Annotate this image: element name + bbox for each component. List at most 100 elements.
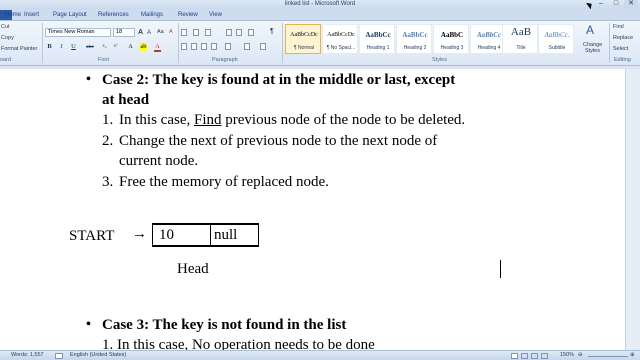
case2-heading-cont: at head (102, 92, 150, 108)
step2-text-cont: current node. (119, 153, 199, 169)
underline-button[interactable]: U (70, 43, 77, 51)
decrease-indent-icon[interactable] (226, 29, 232, 36)
group-divider (282, 23, 283, 63)
bullet-icon: • (86, 317, 91, 332)
bold-button[interactable]: B (46, 43, 53, 51)
format-painter-button[interactable]: Format Painter (1, 46, 37, 53)
editing-group-label: Editing (614, 57, 631, 63)
paragraph-group-label: Paragraph (212, 57, 238, 63)
step1-text: In this case, Find previous node of the … (119, 111, 465, 129)
multilevel-list-icon[interactable] (205, 29, 211, 36)
document-page[interactable]: • Case 2: The key is found at in the mid… (0, 69, 625, 350)
status-bar: Words: 1,557 English (United States) 150… (0, 350, 640, 360)
subscript-icon[interactable]: x₂ (101, 43, 108, 51)
minimize-button[interactable]: – (594, 0, 608, 8)
zoom-out-icon[interactable]: ⊖ (578, 351, 583, 360)
head-label: Head (177, 261, 209, 277)
style-sample: AaBbCc (402, 31, 428, 39)
show-formatting-button[interactable]: ¶ (270, 28, 274, 35)
outline-icon[interactable] (541, 353, 548, 359)
arrow-right-icon: → (132, 226, 147, 242)
maximize-button[interactable]: □ (609, 0, 623, 8)
justify-icon[interactable] (211, 43, 217, 50)
align-left-icon[interactable] (181, 43, 187, 50)
print-layout-icon[interactable] (511, 353, 518, 359)
tab-view[interactable]: View (209, 11, 222, 19)
zoom-slider[interactable] (588, 356, 628, 357)
case2-heading: Case 2: The key is found at in the middl… (102, 72, 456, 88)
style-subtitle[interactable]: AaBbCc. Subtitle (538, 24, 574, 54)
change-styles-button-line2[interactable]: Styles (585, 48, 600, 55)
strikethrough-button[interactable]: abe (84, 43, 96, 51)
style-name: Heading 2 (403, 45, 427, 51)
full-screen-reading-icon[interactable] (521, 353, 528, 359)
numbering-icon[interactable] (193, 29, 199, 36)
change-styles-icon[interactable]: A (586, 24, 594, 36)
style-heading-1[interactable]: AaBbCc Heading 1 (359, 24, 395, 54)
shading-icon[interactable] (244, 43, 250, 50)
step1-prefix: In this case, (119, 112, 194, 128)
text-effects-icon[interactable]: A (127, 43, 134, 51)
bullet-icon: • (86, 72, 91, 87)
increase-indent-icon[interactable] (236, 29, 242, 36)
style-heading-3[interactable]: AaBbC Heading 3 (433, 24, 469, 54)
sort-icon[interactable] (248, 29, 254, 36)
tab-insert[interactable]: Insert (24, 11, 39, 19)
change-case-button[interactable]: Aa (157, 29, 164, 36)
style-heading-2[interactable]: AaBbCc Heading 2 (396, 24, 432, 54)
superscript-icon[interactable]: x² (112, 43, 119, 51)
tab-references[interactable]: References (98, 11, 129, 19)
group-divider (609, 23, 610, 63)
tab-home[interactable]: Home (5, 11, 21, 19)
style-sample: AaBbCcDc (327, 32, 355, 38)
word-count[interactable]: Words: 1,557 (11, 351, 44, 360)
step2-number: 2. (102, 133, 114, 149)
highlight-color-icon[interactable]: ab (140, 43, 147, 51)
web-layout-icon[interactable] (531, 353, 538, 359)
zoom-level[interactable]: 150% (560, 351, 574, 360)
borders-icon[interactable] (260, 43, 266, 50)
clipboard-group-label: oard (0, 57, 12, 63)
node-value: 10 (159, 227, 174, 243)
font-name-input[interactable]: Times New Roman (45, 28, 111, 37)
language-status[interactable]: English (United States) (70, 351, 126, 360)
ribbon: Cut Copy Format Painter oard Times New R… (0, 21, 640, 66)
zoom-in-icon[interactable]: ⊕ (630, 351, 635, 360)
copy-button[interactable]: Copy (1, 35, 14, 42)
step1-find-word: Find (193, 112, 222, 128)
text-cursor (500, 260, 501, 278)
style-name: Title (516, 45, 526, 51)
group-divider (178, 23, 179, 63)
style-sample: AaB (510, 28, 532, 37)
style-title[interactable]: AaB Title (502, 24, 538, 54)
bullets-icon[interactable] (181, 29, 187, 36)
style-normal[interactable]: AaBbCcDc ¶ Normal (285, 24, 321, 54)
step3-text: Free the memory of replaced node. (119, 174, 329, 190)
vertical-scrollbar[interactable] (625, 69, 640, 350)
style-no-spacing[interactable]: AaBbCcDc ¶ No Spaci... (322, 24, 358, 54)
proofing-icon[interactable] (55, 353, 63, 359)
shrink-font-button[interactable]: A (147, 30, 151, 37)
tab-page-layout[interactable]: Page Layout (53, 11, 87, 19)
font-color-button[interactable]: A (154, 43, 161, 52)
tab-mailings[interactable]: Mailings (141, 11, 163, 19)
cut-button[interactable]: Cut (1, 24, 10, 31)
tab-review[interactable]: Review (178, 11, 198, 19)
node-divider (210, 225, 211, 245)
clear-formatting-button[interactable]: A (169, 29, 173, 36)
align-center-icon[interactable] (191, 43, 197, 50)
align-right-icon[interactable] (201, 43, 207, 50)
replace-button[interactable]: Replace (613, 35, 633, 42)
start-label: START (69, 228, 115, 244)
grow-font-button[interactable]: A (138, 29, 143, 36)
select-button[interactable]: Select (613, 46, 628, 53)
line-spacing-icon[interactable] (225, 43, 231, 50)
italic-button[interactable]: I (58, 43, 65, 51)
font-size-input[interactable]: 18 (113, 28, 135, 37)
step3-number: 3. (102, 174, 114, 190)
font-group-label: Font (98, 57, 110, 63)
close-button[interactable]: ✕ (624, 0, 638, 8)
find-button[interactable]: Find (613, 24, 624, 31)
style-heading-4[interactable]: AaBbCc Heading 4 (470, 24, 506, 54)
style-name: Subtitle (548, 45, 566, 51)
